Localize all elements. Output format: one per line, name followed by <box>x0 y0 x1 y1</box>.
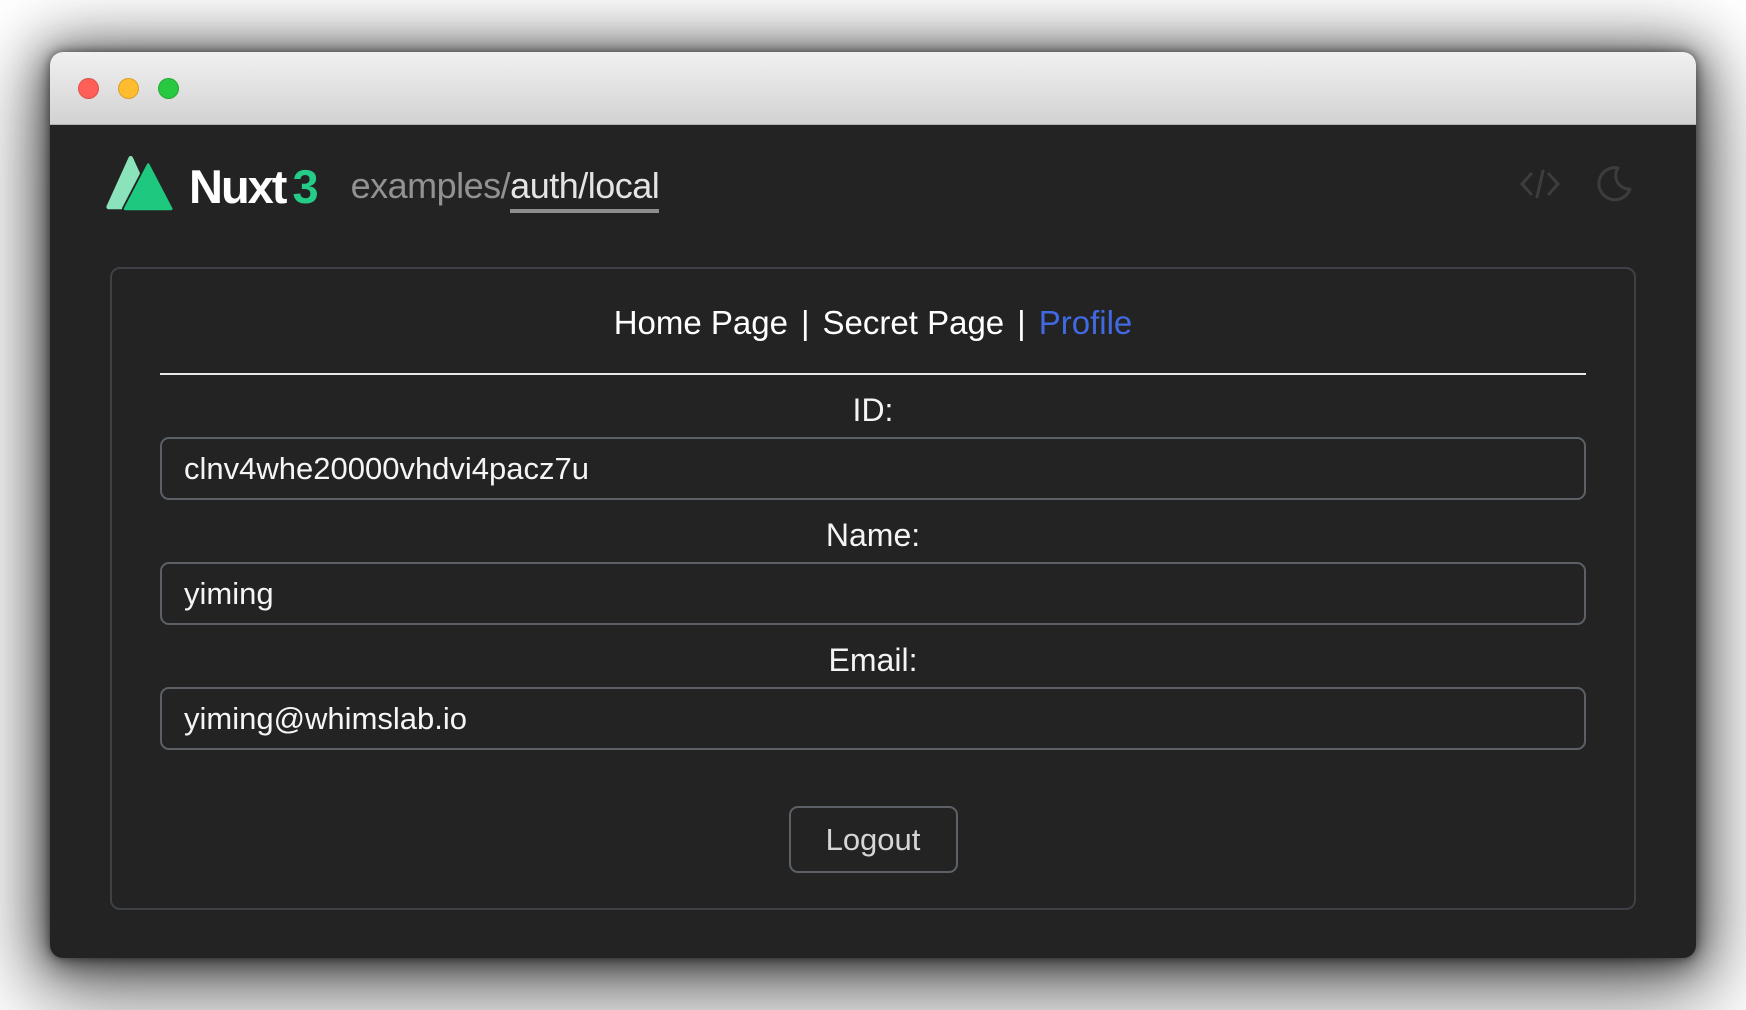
breadcrumb-prefix: examples/ <box>351 165 511 206</box>
close-button[interactable] <box>78 78 99 99</box>
profile-card: Home Page|Secret Page|Profile ID: Name: … <box>110 267 1636 910</box>
browser-window: Nuxt 3 examples/auth/local Home Page <box>50 52 1696 958</box>
page-nav: Home Page | Secret Page | Profile <box>160 303 1586 343</box>
nav-separator: | <box>801 304 810 341</box>
logout-row: Logout <box>160 806 1586 873</box>
moon-icon[interactable] <box>1595 165 1632 208</box>
name-label: Name: <box>160 517 1586 553</box>
brand-name: Nuxt <box>189 159 285 214</box>
id-label: ID: <box>160 392 1586 428</box>
logout-button[interactable]: Logout <box>789 806 958 873</box>
email-label: Email: <box>160 642 1586 678</box>
breadcrumb-path-link[interactable]: auth/local <box>510 165 659 213</box>
email-input[interactable] <box>160 687 1586 750</box>
window-titlebar[interactable] <box>50 52 1696 125</box>
app-header: Nuxt 3 examples/auth/local <box>50 125 1696 247</box>
nav-link-secret[interactable]: Secret Page <box>823 304 1005 341</box>
code-icon[interactable] <box>1519 167 1561 206</box>
minimize-button[interactable] <box>118 78 139 99</box>
name-input[interactable] <box>160 562 1586 625</box>
nuxt-logo-icon <box>105 155 173 218</box>
brand-version: 3 <box>292 159 318 214</box>
nav-separator: | <box>1017 304 1026 341</box>
header-icons <box>1519 165 1632 208</box>
id-input[interactable] <box>160 437 1586 500</box>
nav-divider <box>160 373 1586 375</box>
nav-link-home[interactable]: Home Page <box>614 304 788 341</box>
zoom-button[interactable] <box>158 78 179 99</box>
breadcrumb: examples/auth/local <box>351 165 660 207</box>
nav-link-profile[interactable]: Profile <box>1039 304 1133 341</box>
nuxt-logo-link[interactable]: Nuxt 3 <box>105 155 319 218</box>
